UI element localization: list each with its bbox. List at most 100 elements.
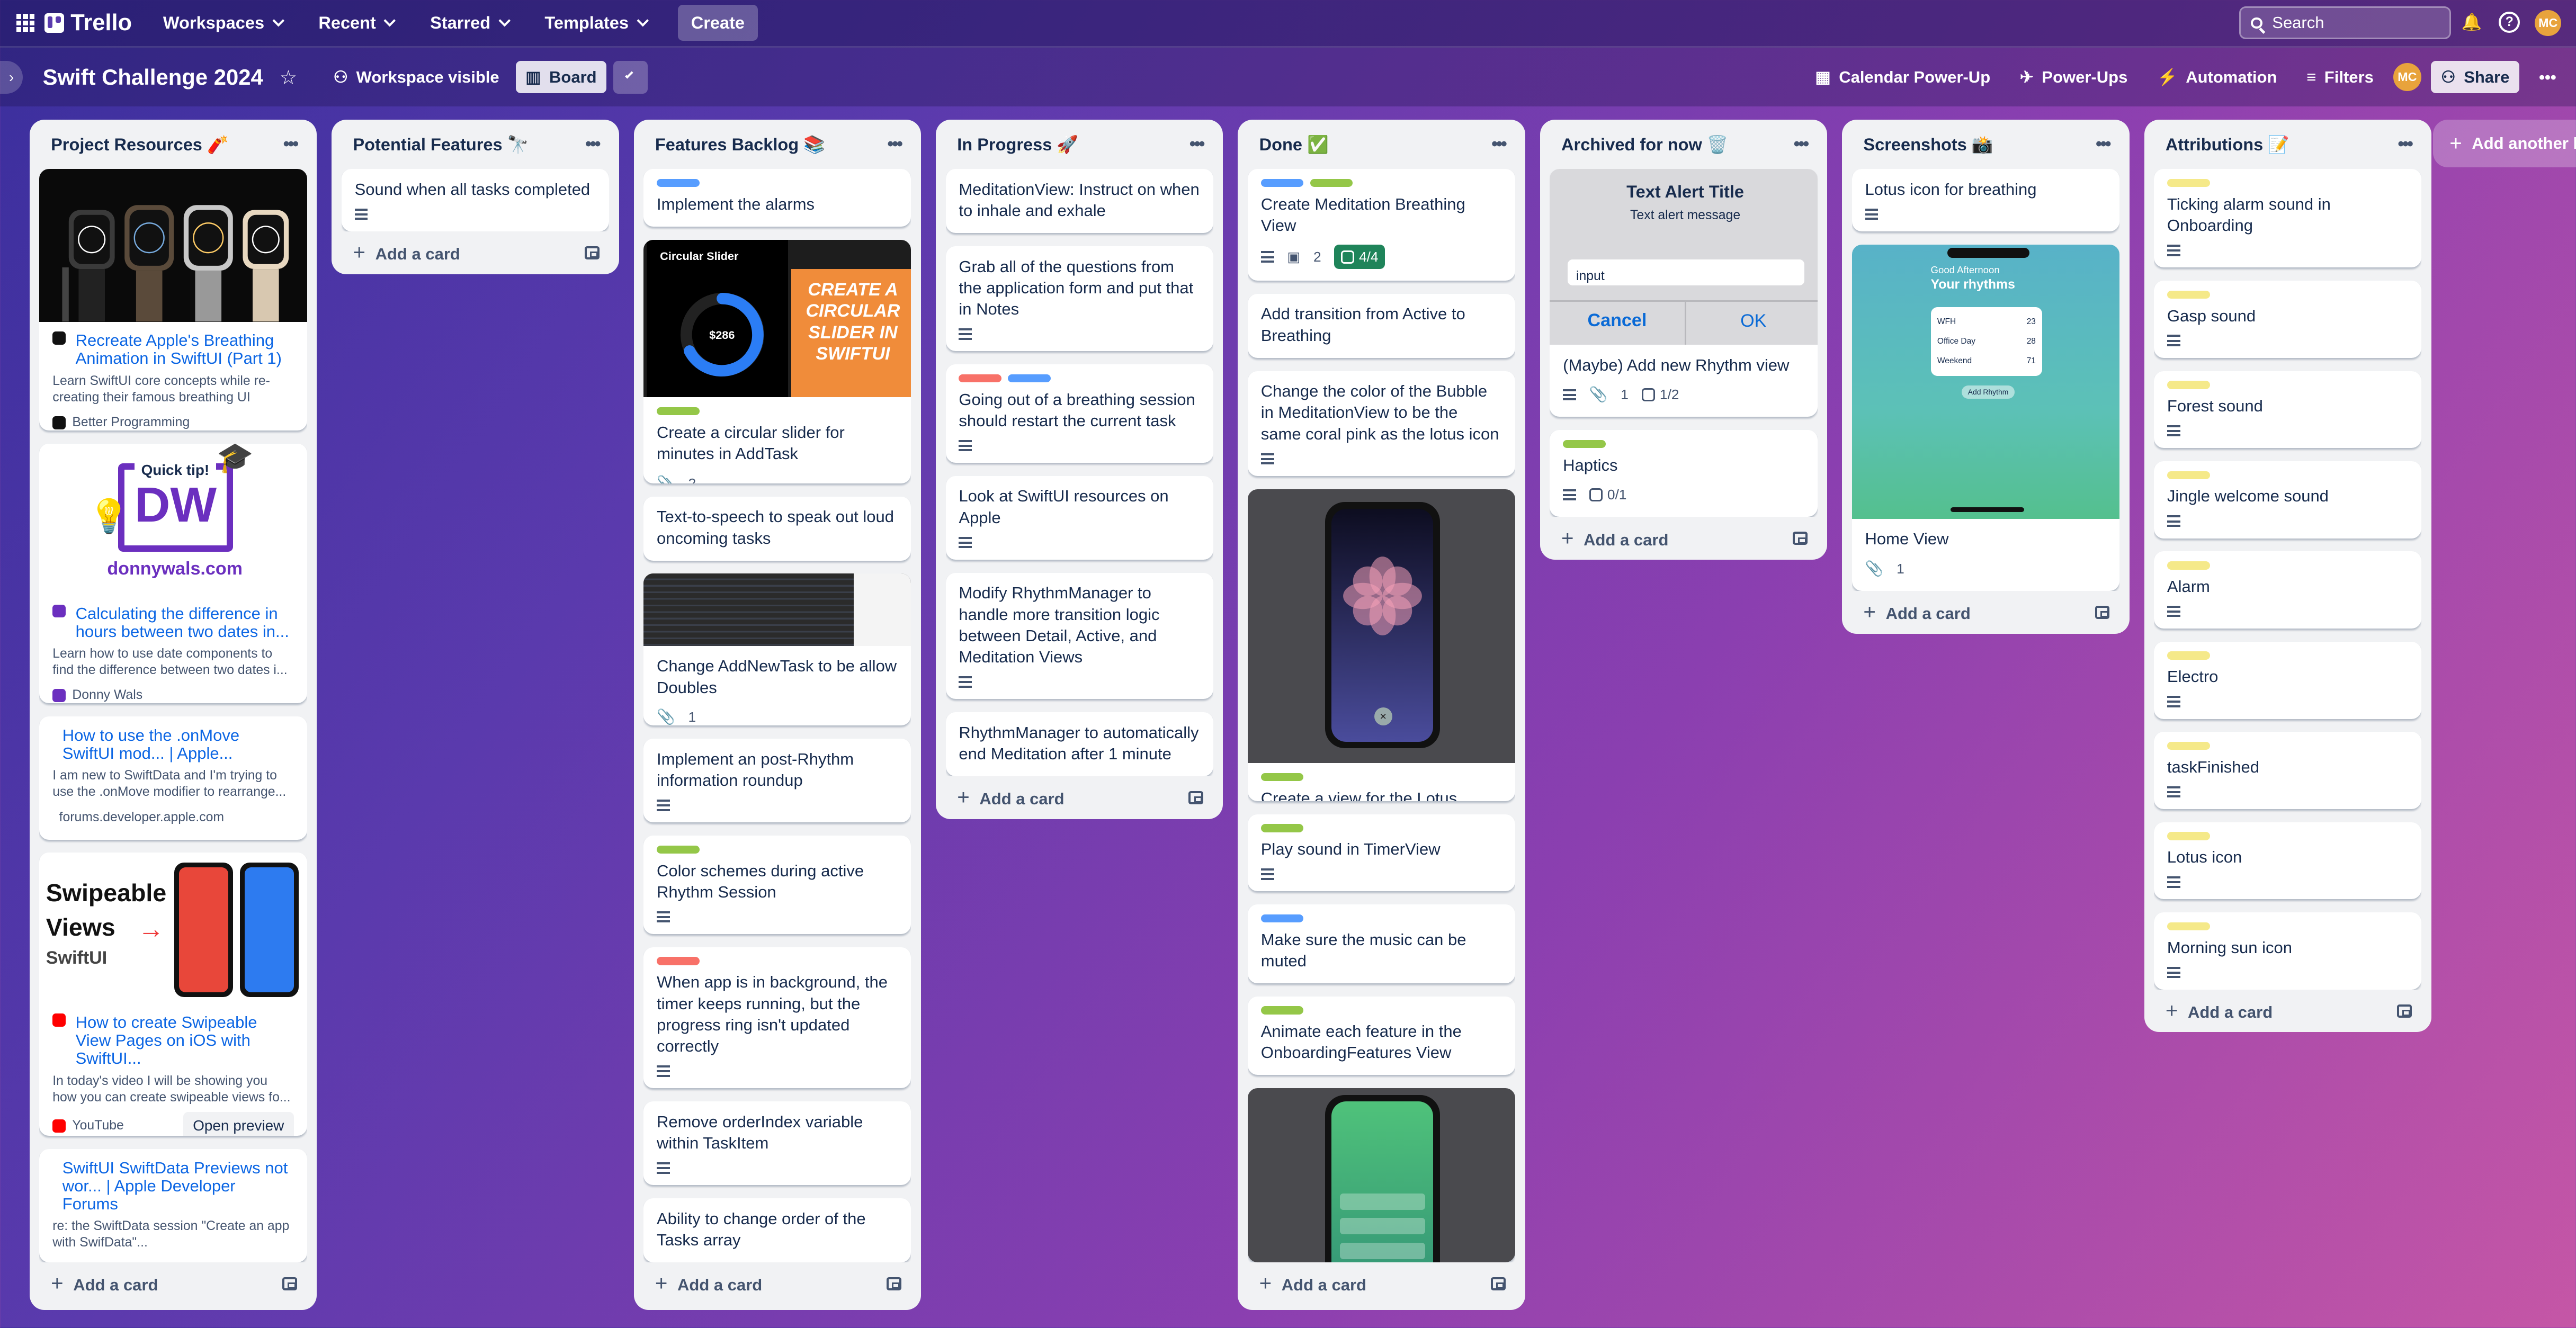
add-card-button[interactable]: + Add a card bbox=[39, 1262, 307, 1305]
list-title[interactable]: Project Resources 🧨 bbox=[51, 134, 228, 155]
card[interactable]: Good Afternoon Your rhythms WFH 23 Office… bbox=[1851, 244, 2120, 591]
card[interactable]: Make sure the music can be muted bbox=[1247, 904, 1516, 983]
card[interactable]: Text-to-speech to speak out loud oncomin… bbox=[643, 496, 911, 561]
list-menu-icon[interactable]: ••• bbox=[2398, 134, 2413, 155]
card[interactable]: Sound when all tasks completed bbox=[341, 169, 610, 232]
link-title[interactable]: Calculating the difference in hours betw… bbox=[76, 604, 294, 641]
powerups-button[interactable]: ✈ Power-Ups bbox=[2010, 61, 2137, 93]
workspace-visibility-button[interactable]: ⚇ Workspace visible bbox=[324, 61, 509, 93]
card[interactable]: Text Alert Title Text alert message inpu… bbox=[1550, 169, 1818, 417]
list-title[interactable]: Features Backlog 📚 bbox=[655, 134, 825, 155]
list-menu-icon[interactable]: ••• bbox=[1189, 134, 1205, 155]
card[interactable]: Grab all of the questions from the appli… bbox=[945, 246, 1213, 352]
create-button[interactable]: Create bbox=[677, 5, 758, 41]
link-title[interactable]: How to use the .onMove SwiftUI mod... | … bbox=[62, 726, 294, 762]
list-menu-icon[interactable]: ••• bbox=[1491, 134, 1507, 155]
add-card-button[interactable]: + Add a card bbox=[946, 776, 1213, 819]
card[interactable]: Electro bbox=[2154, 641, 2422, 719]
add-card-button[interactable]: + Add a card bbox=[342, 231, 609, 274]
menu-recent[interactable]: Recent bbox=[318, 13, 400, 33]
card[interactable]: Add transition from Active to Breathing bbox=[1247, 293, 1516, 358]
sidebar-expand-button[interactable]: › bbox=[0, 60, 23, 94]
menu-workspaces[interactable]: Workspaces bbox=[163, 13, 289, 33]
list-title[interactable]: Screenshots 📸 bbox=[1863, 134, 1993, 155]
card-template-icon[interactable] bbox=[282, 1277, 298, 1290]
notifications-bell-icon[interactable]: 🔔 bbox=[2461, 12, 2482, 33]
automation-button[interactable]: ⚡ Automation bbox=[2148, 61, 2287, 94]
board-menu-button[interactable]: ••• bbox=[2529, 61, 2566, 93]
card-template-icon[interactable] bbox=[1490, 1277, 1506, 1290]
card[interactable]: Lotus icon bbox=[2154, 822, 2422, 900]
open-preview-button[interactable]: Open preview bbox=[183, 1112, 294, 1136]
card[interactable]: × Create a view for the Lotus meditation… bbox=[1247, 489, 1516, 801]
card[interactable]: Going out of a breathing session should … bbox=[945, 364, 1213, 463]
link-title[interactable]: SwiftUI SwiftData Previews not wor... | … bbox=[62, 1159, 294, 1213]
list-header[interactable]: Project Resources 🧨 ••• bbox=[39, 120, 307, 169]
list-menu-icon[interactable]: ••• bbox=[2096, 134, 2111, 155]
add-card-button[interactable]: + Add a card bbox=[1852, 591, 2119, 634]
card[interactable]: Alarm bbox=[2154, 551, 2422, 629]
list-title[interactable]: In Progress 🚀 bbox=[957, 134, 1078, 155]
card[interactable]: Haptics 0/1 bbox=[1550, 430, 1818, 517]
link-title[interactable]: How to create Swipeable View Pages on iO… bbox=[76, 1013, 294, 1067]
trello-logo[interactable]: Trello bbox=[44, 10, 132, 36]
card[interactable]: taskFinished bbox=[2154, 732, 2422, 809]
list-menu-icon[interactable]: ••• bbox=[1794, 134, 1809, 155]
menu-templates[interactable]: Templates bbox=[544, 13, 653, 33]
card[interactable]: Forest sound bbox=[2154, 371, 2422, 448]
card[interactable]: Lotus icon for breathing bbox=[1851, 169, 2120, 232]
card[interactable]: Circular Slider $286 CREATE A CIRCULAR S… bbox=[643, 239, 911, 483]
card[interactable]: Color schemes during active Rhythm Sessi… bbox=[643, 836, 911, 935]
card-template-icon[interactable] bbox=[1188, 791, 1204, 804]
card[interactable]: Modify RhythmManager to handle more tran… bbox=[945, 572, 1213, 699]
card-template-icon[interactable] bbox=[2095, 605, 2110, 619]
add-card-button[interactable]: + Add a card bbox=[643, 1262, 911, 1305]
board-member-avatar[interactable]: MC bbox=[2393, 63, 2421, 92]
link-card[interactable]: DW Quick tip! 🎓 💡 donnywals.com Calculat… bbox=[39, 443, 307, 704]
add-card-button[interactable]: + Add a card bbox=[2154, 990, 2421, 1033]
link-card[interactable]: Swipeable Views SwiftUI → How to create S… bbox=[39, 853, 307, 1136]
link-card[interactable]: SwiftUI SwiftData Previews not wor... | … bbox=[39, 1149, 307, 1262]
card[interactable]: Implement the alarms bbox=[643, 169, 911, 227]
card[interactable]: Animate each feature in the OnboardingFe… bbox=[1247, 996, 1516, 1075]
list-title[interactable]: Potential Features 🔭 bbox=[353, 134, 529, 155]
board-view-button[interactable]: ▥ Board bbox=[515, 61, 607, 94]
add-another-list-button[interactable]: +Add another list bbox=[2433, 120, 2576, 168]
card[interactable]: Play sound in TimerView bbox=[1247, 814, 1516, 892]
card[interactable]: Jingle welcome sound bbox=[2154, 461, 2422, 539]
list-header[interactable]: Done ✅ ••• bbox=[1248, 120, 1515, 169]
view-switcher-dropdown[interactable] bbox=[613, 60, 648, 94]
card[interactable]: Change the color of the Bubble in Medita… bbox=[1247, 371, 1516, 476]
list-title[interactable]: Archived for now 🗑️ bbox=[1561, 134, 1728, 155]
card[interactable]: Implement an post-Rhythm information rou… bbox=[643, 739, 911, 823]
card-template-icon[interactable] bbox=[887, 1277, 901, 1290]
card-template-icon[interactable] bbox=[584, 246, 600, 259]
list-header[interactable]: Screenshots 📸 ••• bbox=[1852, 120, 2119, 169]
user-avatar[interactable]: MC bbox=[2535, 10, 2561, 37]
list-header[interactable]: Attributions 📝 ••• bbox=[2154, 120, 2421, 169]
card[interactable]: Ability to change order of the Tasks arr… bbox=[643, 1198, 911, 1262]
card[interactable]: Create Meditation Breathing View ▣ 2 4/4 bbox=[1247, 169, 1516, 281]
list-title[interactable]: Attributions 📝 bbox=[2166, 134, 2289, 155]
card[interactable]: RhythmManager to automatically end Medit… bbox=[945, 712, 1213, 777]
list-menu-icon[interactable]: ••• bbox=[283, 134, 299, 155]
list-header[interactable]: Archived for now 🗑️ ••• bbox=[1550, 120, 1817, 169]
list-menu-icon[interactable]: ••• bbox=[585, 134, 601, 155]
add-card-button[interactable]: + Add a card bbox=[1248, 1262, 1515, 1305]
app-switcher-icon[interactable] bbox=[16, 14, 35, 32]
link-card[interactable]: How to use the .onMove SwiftUI mod... | … bbox=[39, 716, 307, 840]
share-button[interactable]: ⚇ Share bbox=[2431, 61, 2519, 94]
list-menu-icon[interactable]: ••• bbox=[887, 134, 902, 155]
list-header[interactable]: Potential Features 🔭 ••• bbox=[342, 120, 609, 169]
list-title[interactable]: Done ✅ bbox=[1259, 134, 1329, 155]
card[interactable]: Gasp sound bbox=[2154, 281, 2422, 358]
menu-starred[interactable]: Starred bbox=[430, 13, 515, 33]
card[interactable] bbox=[1247, 1088, 1516, 1262]
link-title[interactable]: Recreate Apple's Breathing Animation in … bbox=[76, 331, 294, 367]
star-icon[interactable]: ☆ bbox=[280, 66, 297, 89]
help-icon[interactable]: ? bbox=[2499, 11, 2520, 33]
card[interactable]: Remove orderIndex variable within TaskIt… bbox=[643, 1101, 911, 1186]
card[interactable]: Change AddNewTask to be allow Doubles 📎 1 bbox=[643, 573, 911, 726]
calendar-powerup-button[interactable]: ▦ Calendar Power-Up bbox=[1805, 61, 2000, 93]
card[interactable]: Look at SwiftUI resources on Apple bbox=[945, 475, 1213, 560]
